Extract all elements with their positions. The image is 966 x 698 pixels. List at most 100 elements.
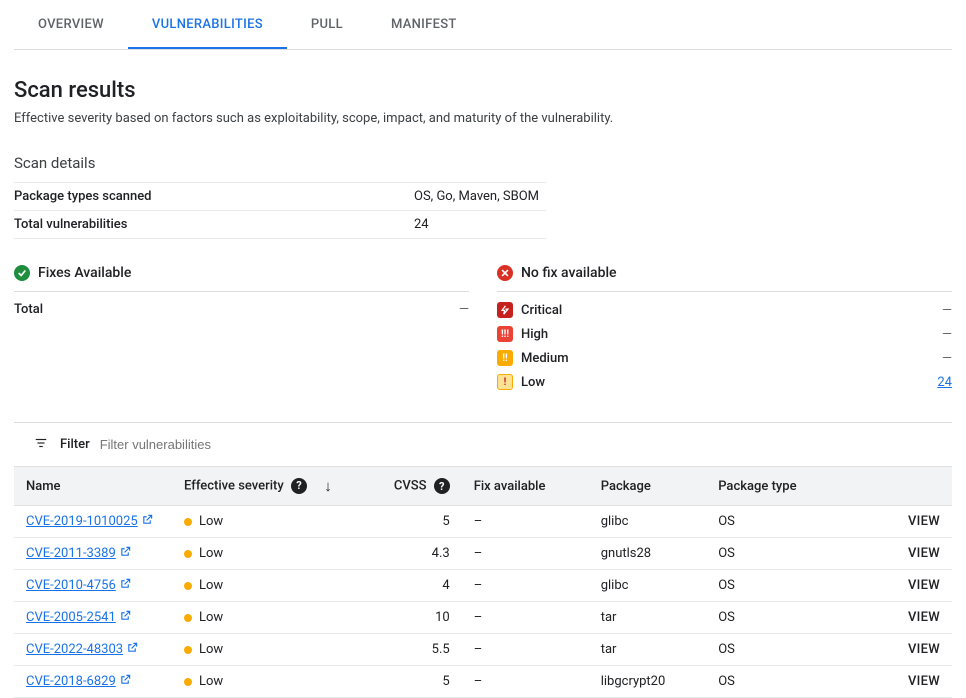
tab-pull[interactable]: PULL xyxy=(287,2,367,49)
package-name: glibc xyxy=(589,570,706,602)
cvss-value: 5 xyxy=(344,506,462,538)
severity-text: Low xyxy=(199,578,223,593)
table-row: CVE-2018-6829Low5–libgcrypt20OSVIEW xyxy=(14,666,952,698)
severity-dot-icon xyxy=(184,614,192,622)
severity-text: Low xyxy=(199,642,223,657)
kv-value: 24 xyxy=(414,211,546,239)
severity-badge-low-icon: ! xyxy=(497,374,513,390)
view-button[interactable]: VIEW xyxy=(908,546,940,561)
package-name: glibc xyxy=(589,506,706,538)
external-link-icon[interactable] xyxy=(127,643,138,656)
help-icon[interactable]: ? xyxy=(434,478,450,494)
table-row: CVE-2022-48303 Low 5.5–tarOS VIEW xyxy=(14,634,952,666)
col-fix-available[interactable]: Fix available xyxy=(462,467,589,506)
filter-bar: Filter xyxy=(14,423,952,466)
severity-text: Low xyxy=(199,546,223,561)
check-circle-icon xyxy=(14,265,30,281)
table-row: CVE-2019-1010025 Low 5–glibcOS VIEW xyxy=(14,506,952,538)
sev-count: — xyxy=(942,351,952,366)
external-link-icon[interactable] xyxy=(120,579,131,592)
package-name: tar xyxy=(589,634,706,666)
scan-details-heading: Scan details xyxy=(14,154,952,172)
cve-link[interactable]: CVE-2018-6829 xyxy=(26,674,116,689)
severity-dot-icon xyxy=(184,518,192,526)
fixes-available-panel: Fixes Available Total — xyxy=(14,265,469,394)
fix-available-value: – xyxy=(462,506,589,538)
cvss-value: 4.3 xyxy=(344,538,462,570)
external-link-icon[interactable] xyxy=(142,515,153,528)
cve-link[interactable]: CVE-2011-3389 xyxy=(26,546,116,561)
filter-icon xyxy=(32,436,50,454)
view-button[interactable]: VIEW xyxy=(908,514,940,529)
fixes-total-count: — xyxy=(459,302,469,317)
fix-available-value: – xyxy=(462,602,589,634)
vulnerabilities-table: Name Effective severity ? ↓ CVSS ? Fix a… xyxy=(14,466,952,698)
cve-link[interactable]: CVE-2005-2541 xyxy=(26,610,116,625)
cve-link[interactable]: CVE-2010-4756 xyxy=(26,578,116,593)
x-circle-icon xyxy=(497,265,513,281)
fixes-available-title: Fixes Available xyxy=(38,265,131,281)
severity-text: Low xyxy=(199,610,223,625)
view-button[interactable]: VIEW xyxy=(908,610,940,625)
package-type: OS xyxy=(706,506,842,538)
package-name: libgcrypt20 xyxy=(589,666,706,698)
scan-details-table: Package types scanned OS, Go, Maven, SBO… xyxy=(14,182,546,239)
table-row: CVE-2005-2541 Low 10–tarOS VIEW xyxy=(14,602,952,634)
sev-label: Low xyxy=(521,375,929,390)
fix-available-value: – xyxy=(462,634,589,666)
view-button[interactable]: VIEW xyxy=(908,642,940,657)
col-cvss[interactable]: CVSS ? xyxy=(344,467,462,506)
cvss-value: 10 xyxy=(344,602,462,634)
help-icon[interactable]: ? xyxy=(291,478,307,494)
severity-dot-icon xyxy=(184,678,192,686)
severity-dot-icon xyxy=(184,646,192,654)
severity-badge-medium-icon: !! xyxy=(497,350,513,366)
filter-label: Filter xyxy=(60,437,90,452)
severity-dot-icon xyxy=(184,550,192,558)
sev-count-link[interactable]: 24 xyxy=(937,375,952,390)
view-button[interactable]: VIEW xyxy=(908,578,940,593)
severity-badge-high-icon: !!! xyxy=(497,326,513,342)
col-package-type[interactable]: Package type xyxy=(706,467,842,506)
tab-vulnerabilities[interactable]: VULNERABILITIES xyxy=(128,2,287,49)
kv-key: Total vulnerabilities xyxy=(14,211,414,239)
sev-count: — xyxy=(942,327,952,342)
cvss-value: 5 xyxy=(344,666,462,698)
package-name: gnutls28 xyxy=(589,538,706,570)
col-effective-severity[interactable]: Effective severity ? ↓ xyxy=(172,467,344,506)
cvss-value: 5.5 xyxy=(344,634,462,666)
sev-label: High xyxy=(521,327,934,342)
severity-dot-icon xyxy=(184,582,192,590)
severity-text: Low xyxy=(199,514,223,529)
external-link-icon[interactable] xyxy=(120,675,131,688)
sort-desc-icon[interactable]: ↓ xyxy=(324,477,332,495)
package-name: tar xyxy=(589,602,706,634)
page-title: Scan results xyxy=(14,78,952,103)
tab-manifest[interactable]: MANIFEST xyxy=(367,2,481,49)
package-type: OS xyxy=(706,538,842,570)
fix-available-value: – xyxy=(462,538,589,570)
package-type: OS xyxy=(706,602,842,634)
sev-label: Critical xyxy=(521,303,934,318)
severity-text: Low xyxy=(199,674,223,689)
table-row: CVE-2010-4756Low4–glibcOSVIEW xyxy=(14,570,952,602)
fix-available-value: – xyxy=(462,666,589,698)
fixes-total-label: Total xyxy=(14,302,451,317)
cve-link[interactable]: CVE-2019-1010025 xyxy=(26,514,138,529)
tab-overview[interactable]: OVERVIEW xyxy=(14,2,128,49)
fix-available-value: – xyxy=(462,570,589,602)
cve-link[interactable]: CVE-2022-48303 xyxy=(26,642,123,657)
filter-input[interactable] xyxy=(100,433,952,456)
sev-label: Medium xyxy=(521,351,934,366)
col-name[interactable]: Name xyxy=(14,467,172,506)
col-package[interactable]: Package xyxy=(589,467,706,506)
page-subtitle: Effective severity based on factors such… xyxy=(14,111,952,126)
kv-key: Package types scanned xyxy=(14,183,414,211)
external-link-icon[interactable] xyxy=(120,611,131,624)
table-row: CVE-2011-3389 Low 4.3–gnutls28OS VIEW xyxy=(14,538,952,570)
package-type: OS xyxy=(706,634,842,666)
cvss-value: 4 xyxy=(344,570,462,602)
view-button[interactable]: VIEW xyxy=(908,674,940,689)
tabs: OVERVIEW VULNERABILITIES PULL MANIFEST xyxy=(14,2,952,50)
external-link-icon[interactable] xyxy=(120,547,131,560)
